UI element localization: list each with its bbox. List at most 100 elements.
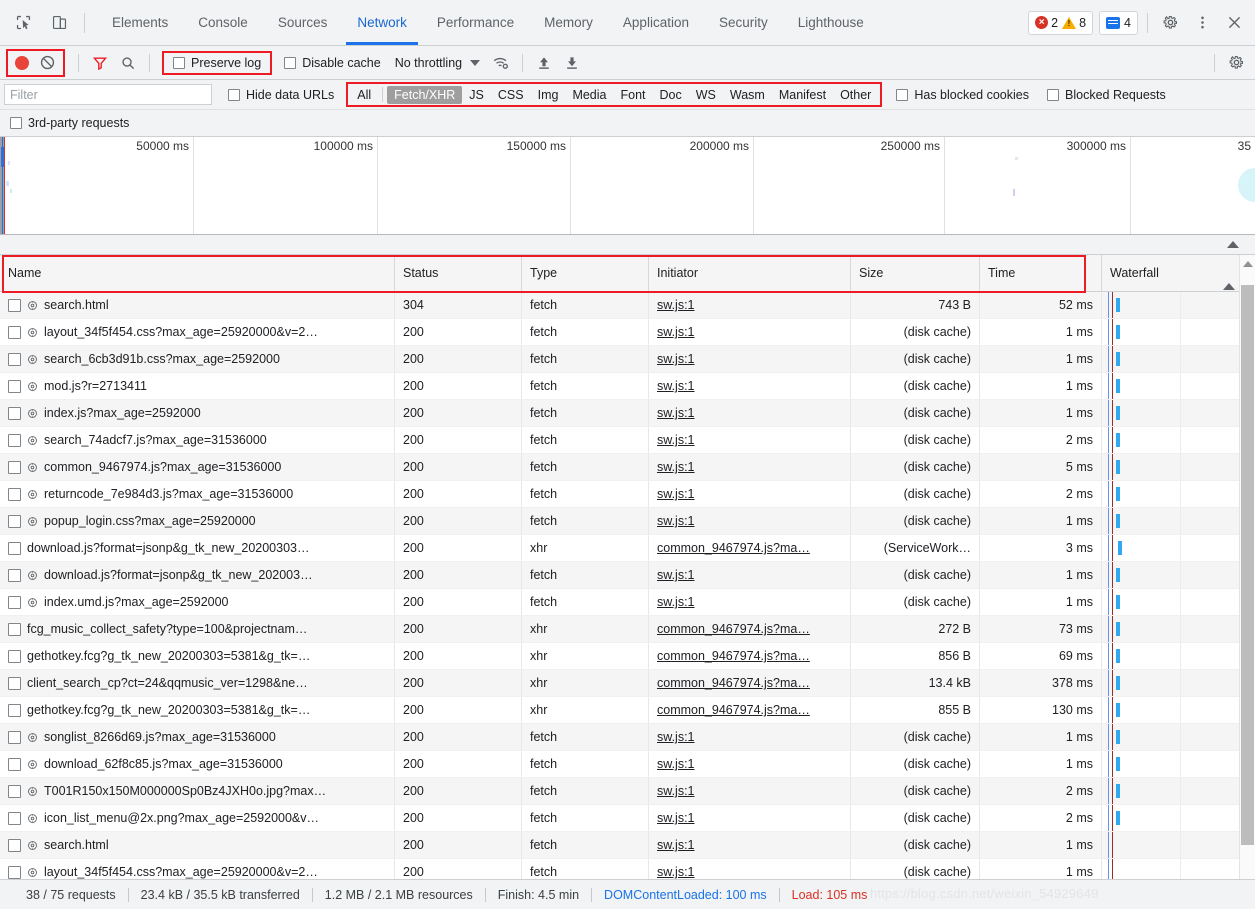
table-row[interactable]: fcg_music_collect_safety?type=100&projec… bbox=[0, 615, 1255, 643]
cell-name[interactable]: search.html bbox=[0, 291, 395, 319]
column-header-type[interactable]: Type bbox=[521, 255, 649, 292]
has-blocked-cookies-checkbox[interactable]: Has blocked cookies bbox=[896, 88, 1029, 102]
cell-name[interactable]: icon_list_menu@2x.png?max_age=2592000&v… bbox=[0, 804, 395, 832]
table-row[interactable]: returncode_7e984d3.js?max_age=31536000 20… bbox=[0, 480, 1255, 508]
cell-initiator[interactable]: sw.js:1 bbox=[648, 372, 851, 400]
type-filter-manifest[interactable]: Manifest bbox=[772, 86, 833, 104]
cell-initiator[interactable]: sw.js:1 bbox=[648, 399, 851, 427]
cell-initiator[interactable]: sw.js:1 bbox=[648, 831, 851, 859]
cell-initiator[interactable]: common_9467974.js?ma… bbox=[648, 696, 851, 724]
initiator-link[interactable]: common_9467974.js?ma… bbox=[657, 622, 810, 636]
filter-input[interactable] bbox=[4, 84, 212, 105]
type-filter-css[interactable]: CSS bbox=[491, 86, 531, 104]
cell-initiator[interactable]: sw.js:1 bbox=[648, 291, 851, 319]
initiator-link[interactable]: sw.js:1 bbox=[657, 433, 695, 447]
row-checkbox[interactable] bbox=[8, 595, 21, 609]
row-checkbox[interactable] bbox=[8, 541, 21, 555]
row-checkbox[interactable] bbox=[8, 406, 21, 420]
cell-initiator[interactable]: common_9467974.js?ma… bbox=[648, 615, 851, 643]
initiator-link[interactable]: common_9467974.js?ma… bbox=[657, 649, 810, 663]
disable-cache-group[interactable]: Disable cache bbox=[284, 56, 381, 70]
cell-initiator[interactable]: sw.js:1 bbox=[648, 426, 851, 454]
table-row[interactable]: T001R150x150M000000Sp0Bz4JXH0o.jpg?max… 2… bbox=[0, 777, 1255, 805]
initiator-link[interactable]: sw.js:1 bbox=[657, 460, 695, 474]
initiator-link[interactable]: sw.js:1 bbox=[657, 406, 695, 420]
type-filter-fetch-xhr[interactable]: Fetch/XHR bbox=[387, 85, 463, 104]
chevron-down-icon[interactable] bbox=[470, 59, 481, 66]
type-filter-wasm[interactable]: Wasm bbox=[723, 86, 772, 104]
collapse-overview-icon[interactable] bbox=[1227, 241, 1239, 248]
table-row[interactable]: icon_list_menu@2x.png?max_age=2592000&v…… bbox=[0, 804, 1255, 832]
initiator-link[interactable]: sw.js:1 bbox=[657, 865, 695, 879]
type-filter-img[interactable]: Img bbox=[531, 86, 566, 104]
table-row[interactable]: songlist_8266d69.js?max_age=31536000 200 f… bbox=[0, 723, 1255, 751]
table-row[interactable]: gethotkey.fcg?g_tk_new_20200303=5381&g_t… bbox=[0, 642, 1255, 670]
cell-name[interactable]: gethotkey.fcg?g_tk_new_20200303=5381&g_t… bbox=[0, 642, 395, 670]
cell-name[interactable]: download_62f8c85.js?max_age=31536000 bbox=[0, 750, 395, 778]
cell-initiator[interactable]: sw.js:1 bbox=[648, 561, 851, 589]
cell-initiator[interactable]: sw.js:1 bbox=[648, 345, 851, 373]
import-har-icon[interactable] bbox=[531, 50, 557, 76]
initiator-link[interactable]: sw.js:1 bbox=[657, 811, 695, 825]
row-checkbox[interactable] bbox=[8, 352, 21, 366]
hide-data-urls-checkbox[interactable]: Hide data URLs bbox=[228, 88, 334, 102]
table-row[interactable]: search.html 304 fetch sw.js:1 743 B 52 ms bbox=[0, 291, 1255, 319]
row-checkbox[interactable] bbox=[8, 622, 21, 636]
initiator-link[interactable]: sw.js:1 bbox=[657, 379, 695, 393]
cell-name[interactable]: index.js?max_age=2592000 bbox=[0, 399, 395, 427]
cell-name[interactable]: returncode_7e984d3.js?max_age=31536000 bbox=[0, 480, 395, 508]
initiator-link[interactable]: common_9467974.js?ma… bbox=[657, 676, 810, 690]
cell-initiator[interactable]: common_9467974.js?ma… bbox=[648, 534, 851, 562]
row-checkbox[interactable] bbox=[8, 676, 21, 690]
cell-initiator[interactable]: sw.js:1 bbox=[648, 318, 851, 346]
type-filter-all[interactable]: All bbox=[350, 86, 378, 104]
initiator-link[interactable]: sw.js:1 bbox=[657, 298, 695, 312]
cell-initiator[interactable]: sw.js:1 bbox=[648, 453, 851, 481]
table-row[interactable]: download.js?format=jsonp&g_tk_new_202003… bbox=[0, 534, 1255, 562]
table-row[interactable]: download_62f8c85.js?max_age=31536000 200 f… bbox=[0, 750, 1255, 778]
initiator-link[interactable]: common_9467974.js?ma… bbox=[657, 703, 810, 717]
record-button[interactable] bbox=[15, 55, 29, 70]
cell-name[interactable]: client_search_cp?ct=24&qqmusic_ver=1298&… bbox=[0, 669, 395, 697]
table-row[interactable]: index.js?max_age=2592000 200 fetch sw.js:1 (… bbox=[0, 399, 1255, 427]
initiator-link[interactable]: sw.js:1 bbox=[657, 757, 695, 771]
more-options-icon[interactable] bbox=[1189, 10, 1215, 36]
tab-lighthouse[interactable]: Lighthouse bbox=[783, 0, 879, 45]
row-checkbox[interactable] bbox=[8, 784, 21, 798]
table-row[interactable]: search_6cb3d91b.css?max_age=2592000 200 fe… bbox=[0, 345, 1255, 373]
row-checkbox[interactable] bbox=[8, 433, 21, 447]
overview-splitter[interactable] bbox=[0, 235, 1255, 255]
checkbox-box[interactable] bbox=[1047, 88, 1059, 101]
tab-performance[interactable]: Performance bbox=[422, 0, 529, 45]
checkbox-box[interactable] bbox=[896, 88, 909, 101]
checkbox-box[interactable] bbox=[173, 56, 185, 69]
vertical-scrollbar[interactable] bbox=[1239, 255, 1255, 879]
type-filter-media[interactable]: Media bbox=[565, 86, 613, 104]
row-checkbox[interactable] bbox=[8, 514, 21, 528]
cell-initiator[interactable]: common_9467974.js?ma… bbox=[648, 669, 851, 697]
initiator-link[interactable]: sw.js:1 bbox=[657, 487, 695, 501]
type-filter-js[interactable]: JS bbox=[462, 86, 491, 104]
type-filter-doc[interactable]: Doc bbox=[653, 86, 689, 104]
network-overview-timeline[interactable]: 50000 ms 100000 ms 150000 ms 200000 ms 2… bbox=[0, 137, 1255, 235]
warning-badge[interactable]: 8 bbox=[1062, 16, 1086, 30]
initiator-link[interactable]: sw.js:1 bbox=[657, 568, 695, 582]
disable-cache-checkbox[interactable]: Disable cache bbox=[284, 56, 381, 70]
cell-initiator[interactable]: sw.js:1 bbox=[648, 804, 851, 832]
row-checkbox[interactable] bbox=[8, 838, 21, 852]
network-settings-gear-icon[interactable] bbox=[1223, 50, 1249, 76]
row-checkbox[interactable] bbox=[8, 487, 21, 501]
issues-badge-group[interactable]: × 2 8 bbox=[1028, 10, 1094, 35]
cell-name[interactable]: songlist_8266d69.js?max_age=31536000 bbox=[0, 723, 395, 751]
initiator-link[interactable]: sw.js:1 bbox=[657, 730, 695, 744]
export-har-icon[interactable] bbox=[559, 50, 585, 76]
scroll-up-arrow-icon[interactable] bbox=[1243, 261, 1253, 267]
tab-network[interactable]: Network bbox=[342, 0, 422, 45]
sort-ascending-icon[interactable] bbox=[1223, 269, 1235, 290]
checkbox-box[interactable] bbox=[10, 117, 22, 129]
tab-elements[interactable]: Elements bbox=[97, 0, 183, 45]
tab-sources[interactable]: Sources bbox=[263, 0, 343, 45]
tab-application[interactable]: Application bbox=[608, 0, 704, 45]
search-icon[interactable] bbox=[115, 50, 141, 76]
column-header-time[interactable]: Time bbox=[979, 255, 1102, 292]
